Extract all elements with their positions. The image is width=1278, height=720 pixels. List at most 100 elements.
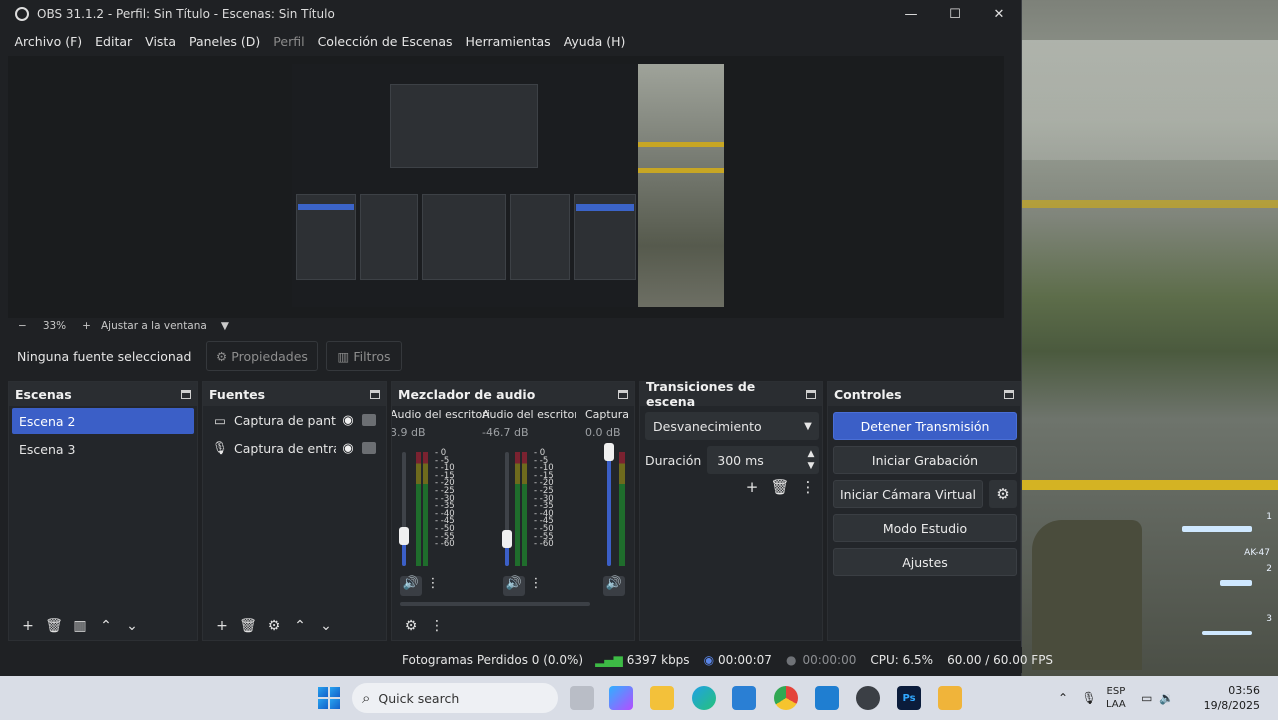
- microphone-icon[interactable]: 🎙: [1078, 691, 1100, 705]
- menu-archivo[interactable]: Archivo (F): [8, 34, 89, 49]
- menu-vista[interactable]: Vista: [139, 34, 183, 49]
- mixer-title: Mezclador de audio: [398, 386, 536, 402]
- copilot-icon[interactable]: [609, 686, 633, 710]
- obs-window: OBS 31.1.2 - Perfil: Sin Título - Escena…: [0, 0, 1053, 676]
- undock-icon[interactable]: [1004, 389, 1014, 399]
- volume-slider[interactable]: [402, 452, 406, 566]
- app-icon[interactable]: [938, 686, 962, 710]
- start-virtual-camera-button[interactable]: Iniciar Cámara Virtual: [833, 480, 983, 508]
- volume-icon[interactable]: 🔉: [1158, 691, 1176, 705]
- language-indicator[interactable]: ESP LAA: [1106, 685, 1126, 711]
- audio-mixer-dock: Mezclador de audio Audio del escritorio …: [391, 381, 635, 641]
- scene-item[interactable]: Escena 2: [12, 408, 194, 434]
- network-icon[interactable]: ▭: [1136, 691, 1158, 705]
- studio-mode-button[interactable]: Modo Estudio: [833, 514, 1017, 542]
- eye-icon[interactable]: ◉: [336, 441, 360, 456]
- more-vertical-icon[interactable]: ⋮: [424, 618, 450, 634]
- more-vertical-icon[interactable]: ⋮: [794, 478, 822, 496]
- bitrate: 6397 kbps: [626, 653, 690, 667]
- duration-input[interactable]: 300 ms ▲ ▼: [707, 446, 819, 474]
- menu-perfil[interactable]: Perfil: [267, 34, 311, 49]
- properties-button[interactable]: ⚙ Propiedades: [206, 341, 318, 371]
- speaker-icon[interactable]: 🔊: [503, 576, 525, 596]
- mixer-channel: Audio del escritorio 3.9 dB - 0- -5- -10…: [392, 406, 490, 596]
- chrome-icon[interactable]: [774, 686, 798, 710]
- photoshop-icon[interactable]: Ps: [897, 686, 921, 710]
- clock[interactable]: 03:56 19/8/2025: [1204, 683, 1260, 713]
- menu-herramientas[interactable]: Herramientas: [459, 34, 557, 49]
- hud-ak47-icon: [1182, 524, 1256, 534]
- volume-slider[interactable]: [505, 452, 509, 566]
- virtual-camera-settings-icon[interactable]: ⚙: [989, 480, 1017, 508]
- chevron-up-icon[interactable]: ⌃: [1054, 691, 1072, 705]
- obs-taskbar-icon[interactable]: [856, 686, 880, 710]
- maximize-button[interactable]: ☐: [933, 7, 977, 22]
- undock-icon[interactable]: [181, 389, 191, 399]
- chevron-down-icon[interactable]: ⌄: [119, 618, 145, 634]
- eye-icon[interactable]: ◉: [336, 413, 360, 428]
- trash-icon[interactable]: 🗑: [235, 618, 261, 634]
- filter-icon[interactable]: ▥: [67, 618, 93, 634]
- zoom-out-button[interactable]: −: [18, 320, 27, 332]
- zoom-in-button[interactable]: +: [82, 320, 91, 332]
- volume-knob[interactable]: [399, 527, 409, 546]
- add-icon[interactable]: +: [15, 618, 41, 634]
- meter-scale: - 0- -5- -10- -15- -20- -25- -30- -35- -…: [534, 449, 554, 549]
- volume-slider[interactable]: [607, 452, 611, 566]
- task-view-icon[interactable]: [570, 686, 594, 710]
- source-item[interactable]: 🎙 Captura de entrada ◉: [203, 434, 386, 462]
- undock-icon[interactable]: [370, 389, 380, 399]
- taskbar-search[interactable]: ⌕ Quick search: [352, 683, 558, 713]
- zoom-fit-option[interactable]: Ajustar a la ventana: [101, 320, 207, 332]
- gear-icon[interactable]: ⚙: [398, 618, 424, 634]
- microsoft-store-icon[interactable]: [732, 686, 756, 710]
- menu-ayuda[interactable]: Ayuda (H): [557, 34, 632, 49]
- edge-icon[interactable]: [692, 686, 716, 710]
- mixer-horizontal-scrollbar[interactable]: [400, 602, 590, 606]
- settings-button[interactable]: Ajustes: [833, 548, 1017, 576]
- vscode-icon[interactable]: [815, 686, 839, 710]
- minimize-button[interactable]: —: [889, 7, 933, 22]
- more-vertical-icon[interactable]: ⋮: [525, 576, 547, 596]
- undock-icon[interactable]: [806, 389, 816, 399]
- more-vertical-icon[interactable]: ⋮: [422, 576, 444, 596]
- close-button[interactable]: ✕: [977, 7, 1021, 22]
- zoom-bar: − 33% + Ajustar a la ventana ▼: [8, 318, 1004, 334]
- start-recording-button[interactable]: Iniciar Grabación: [833, 446, 1017, 474]
- gear-icon[interactable]: ⚙: [261, 618, 287, 634]
- trash-icon[interactable]: 🗑: [41, 618, 67, 634]
- speaker-icon[interactable]: 🔊: [400, 576, 422, 596]
- file-explorer-icon[interactable]: [650, 686, 674, 710]
- menu-coleccion-escenas[interactable]: Colección de Escenas: [311, 34, 459, 49]
- undock-icon[interactable]: [618, 389, 628, 399]
- scene-item[interactable]: Escena 3: [12, 436, 194, 462]
- gear-icon: ⚙: [216, 348, 228, 364]
- lock-icon[interactable]: [362, 442, 376, 454]
- trash-icon[interactable]: 🗑: [766, 478, 794, 496]
- menu-paneles[interactable]: Paneles (D): [183, 34, 267, 49]
- speaker-icon[interactable]: 🔊: [603, 576, 625, 596]
- channel-name: Audio del escritorio: [392, 408, 490, 421]
- chevron-down-icon[interactable]: ⌄: [313, 618, 339, 634]
- source-item[interactable]: ▭ Captura de pantalla ◉: [203, 406, 386, 434]
- add-icon[interactable]: +: [738, 478, 766, 496]
- menu-editar[interactable]: Editar: [89, 34, 139, 49]
- system-tray: ⌃ 🎙 ESP LAA ▭ 🔉: [1054, 676, 1176, 720]
- stop-streaming-button[interactable]: Detener Transmisión: [833, 412, 1017, 440]
- filters-button[interactable]: ▥ Filtros: [326, 341, 402, 371]
- spinner-arrows-icon[interactable]: ▲ ▼: [803, 448, 819, 472]
- preview-game-capture: [638, 64, 724, 307]
- volume-knob[interactable]: [502, 529, 512, 548]
- dropped-frames: Fotogramas Perdidos 0 (0.0%): [402, 653, 584, 667]
- channel-db: 3.9 dB: [392, 426, 426, 439]
- windows-start-icon[interactable]: [318, 687, 340, 709]
- game-background: 1 AK-47 2 3: [1022, 0, 1278, 676]
- chevron-up-icon[interactable]: ⌃: [93, 618, 119, 634]
- lock-icon[interactable]: [362, 414, 376, 426]
- chevron-up-icon[interactable]: ⌃: [287, 618, 313, 634]
- add-icon[interactable]: +: [209, 618, 235, 634]
- preview-area[interactable]: [8, 56, 1004, 318]
- transition-select[interactable]: Desvanecimiento ▼: [645, 412, 819, 440]
- zoom-dropdown-icon[interactable]: ▼: [221, 320, 229, 332]
- volume-knob[interactable]: [604, 443, 614, 461]
